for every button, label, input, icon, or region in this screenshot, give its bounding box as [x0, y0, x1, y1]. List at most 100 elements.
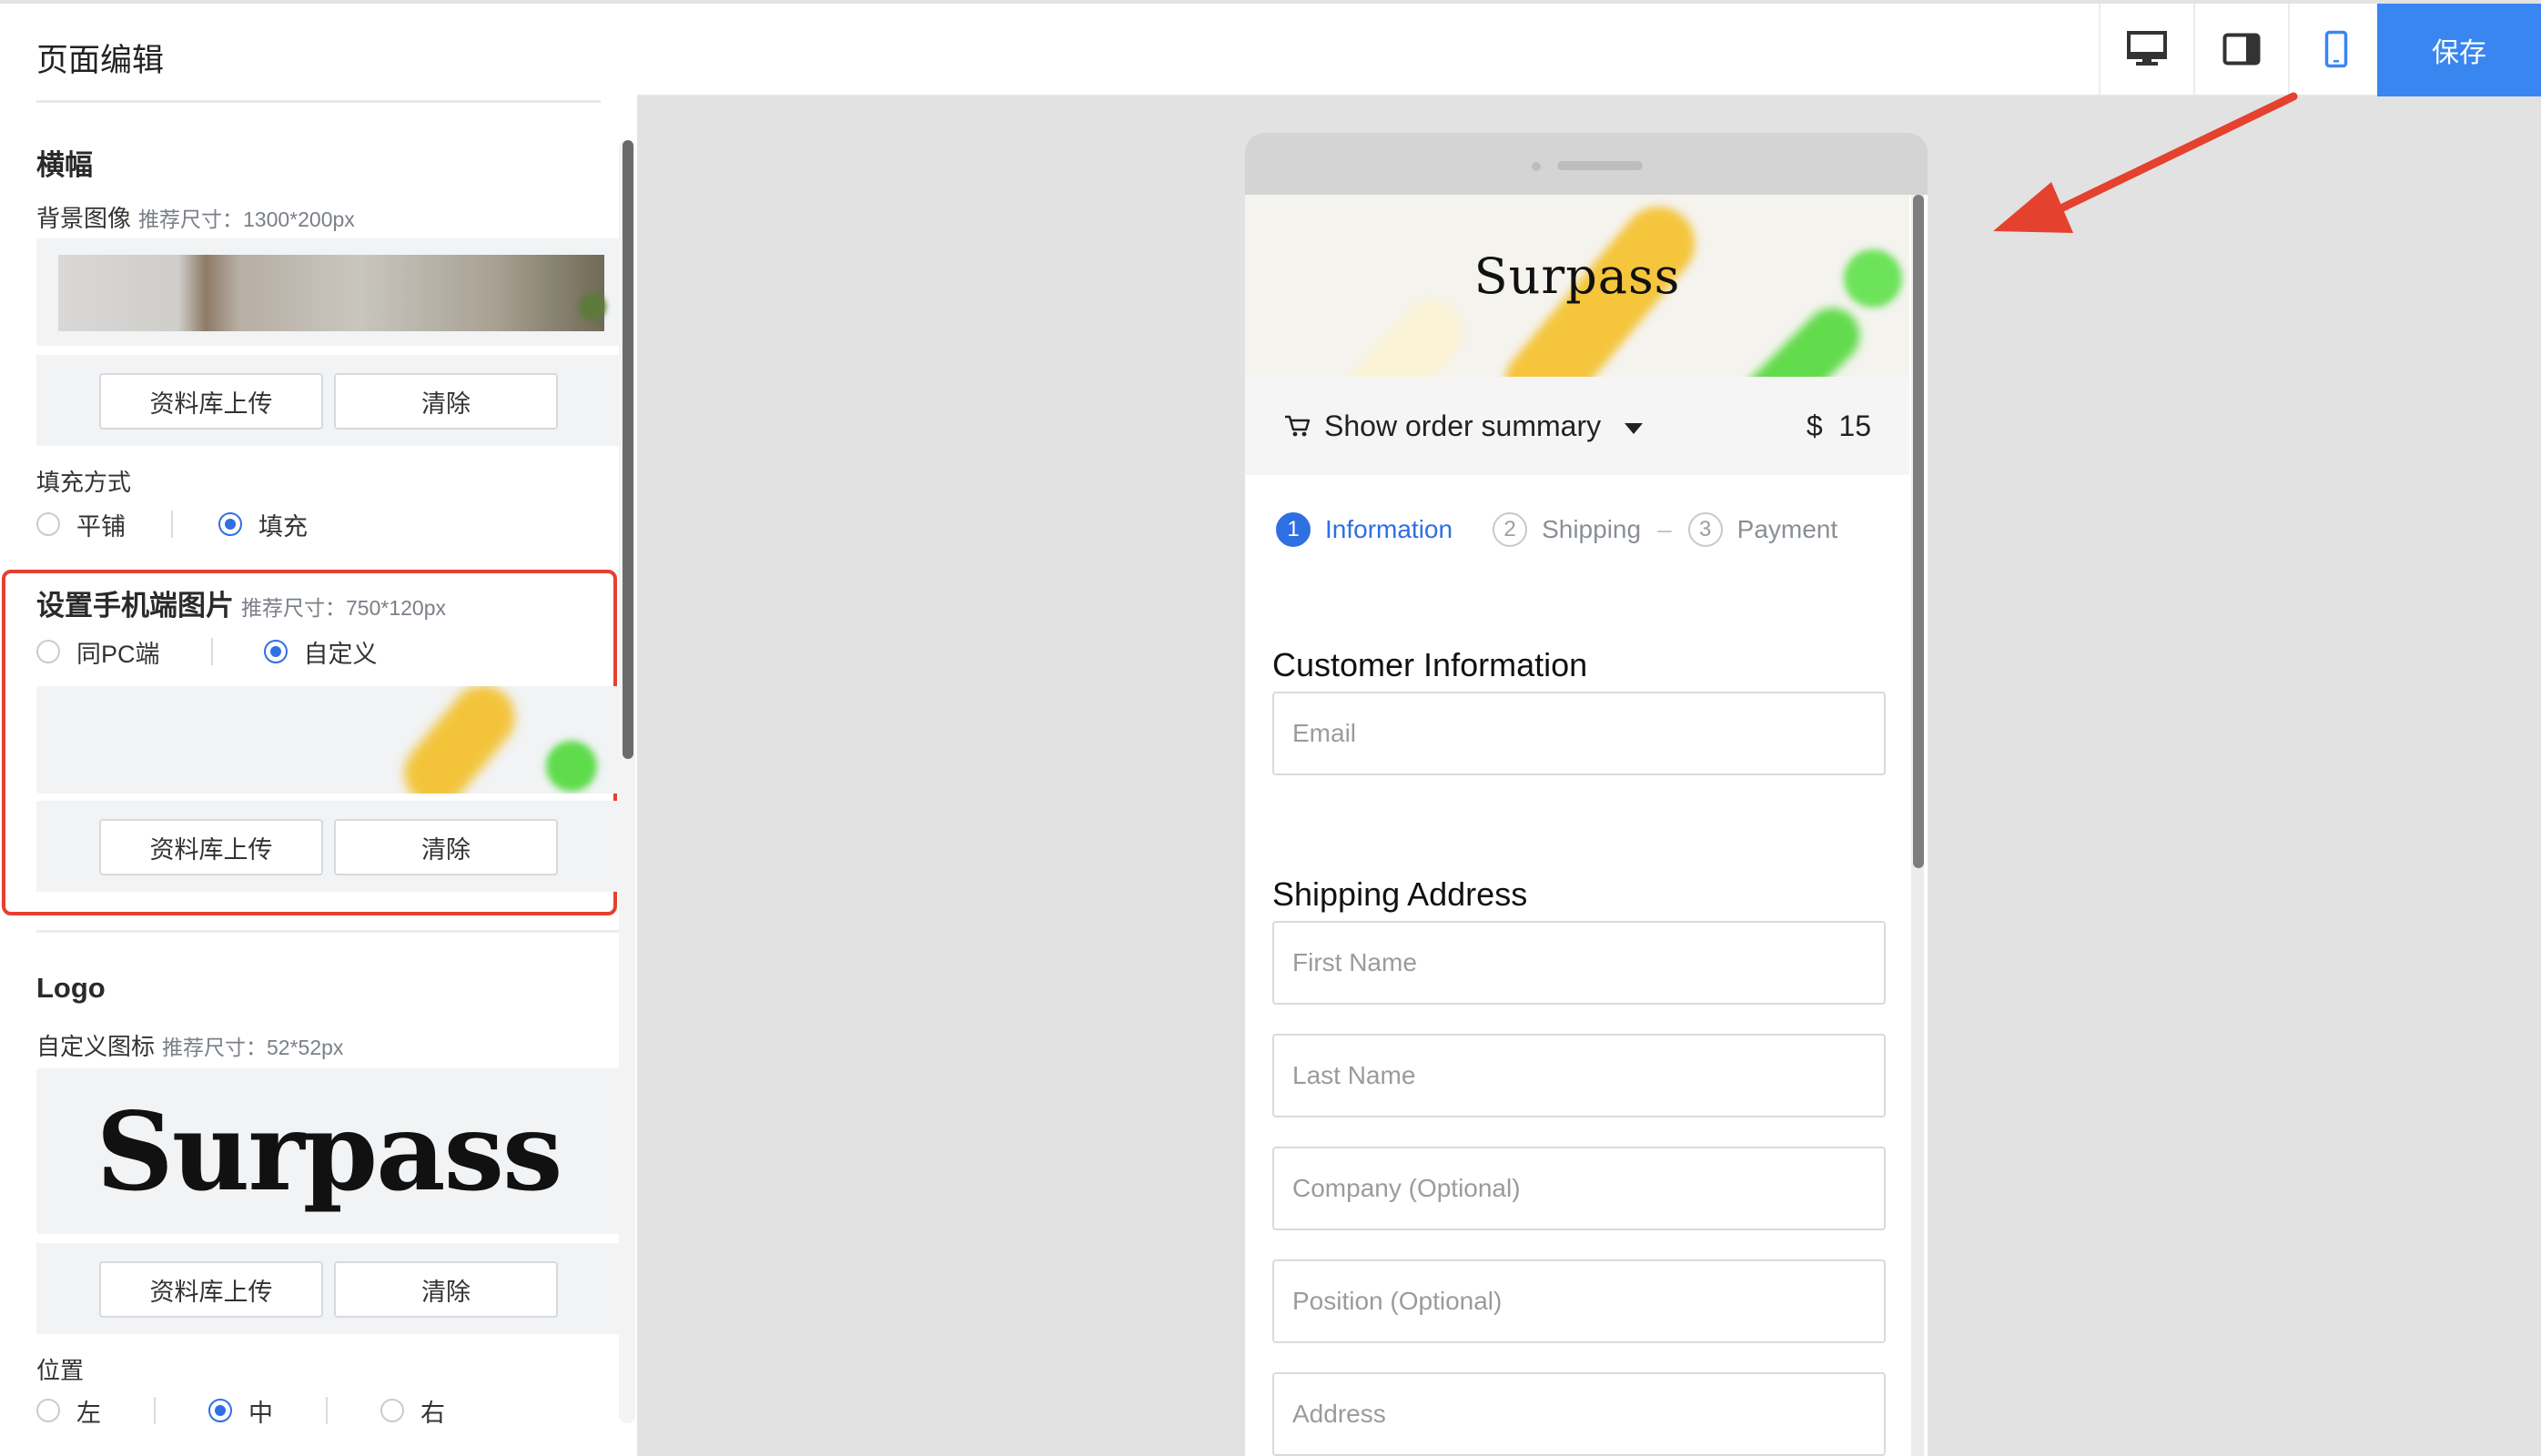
bg-image-label-text: 背景图像 [36, 205, 132, 232]
step-payment[interactable]: 3 Payment [1687, 512, 1838, 547]
page-title: 页面编辑 [36, 43, 165, 78]
email-field[interactable] [1272, 692, 1886, 775]
radio-divider [171, 511, 173, 538]
mobile-image-preview[interactable] [36, 686, 621, 794]
logo-clear-button[interactable]: 清除 [334, 1261, 558, 1318]
bg-image-label: 背景图像 推荐尺寸：1300*200px [36, 200, 355, 234]
mobile-image-green-dot [546, 741, 597, 792]
bg-image-preview[interactable] [36, 238, 621, 346]
mobile-upload-button[interactable]: 资料库上传 [99, 819, 323, 875]
phone-frame: Surpass Show order summary $ 15 1 Informa… [1245, 133, 1928, 1456]
mobile-view-button[interactable] [2288, 4, 2383, 95]
mobile-source-radio-group: 同PC端 自定义 [36, 633, 378, 670]
mobile-image-yellow-stroke [390, 686, 529, 794]
fill-option-fill-label: 填充 [258, 512, 308, 541]
currency-symbol: $ [1806, 410, 1823, 442]
position-option-left[interactable]: 左 [36, 1393, 101, 1429]
mobile-image-hint: 推荐尺寸：750*120px [241, 596, 446, 620]
logo-preview[interactable]: Surpass [36, 1068, 621, 1234]
step-label: Information [1325, 515, 1453, 543]
bg-image-hint: 推荐尺寸：1300*200px [138, 207, 355, 231]
desktop-icon [2127, 31, 2167, 66]
phone-scrollbar-thumb[interactable] [1913, 195, 1924, 868]
radio-divider [154, 1397, 156, 1424]
fill-option-tile-label: 平铺 [76, 512, 126, 541]
step-label: Payment [1736, 515, 1838, 543]
mobile-option-same-as-pc[interactable]: 同PC端 [36, 634, 160, 670]
radio-selected-icon [218, 512, 242, 536]
mobile-option-custom-label: 自定义 [303, 640, 378, 668]
radio-icon [36, 640, 60, 663]
mobile-option-custom[interactable]: 自定义 [263, 634, 378, 670]
divider [36, 930, 621, 933]
phone-screen: Surpass Show order summary $ 15 1 Informa… [1245, 195, 1928, 1456]
editor-panel: 页面编辑 横幅 背景图像 推荐尺寸：1300*200px 资料库上传 清除 填充方… [0, 0, 637, 1456]
step-information[interactable]: 1 Information [1276, 512, 1453, 547]
mobile-clear-button[interactable]: 清除 [334, 819, 558, 875]
logo-icon-label-text: 自定义图标 [36, 1033, 156, 1060]
position-option-right-label: 右 [420, 1399, 445, 1427]
last-name-field[interactable] [1272, 1034, 1886, 1117]
order-summary-toggle[interactable]: Show order summary [1324, 410, 1644, 443]
step-shipping[interactable]: 2 Shipping [1493, 512, 1641, 547]
banner-upload-button[interactable]: 资料库上传 [99, 373, 323, 430]
position-option-center[interactable]: 中 [208, 1393, 273, 1429]
camera-icon [1532, 162, 1541, 171]
fill-mode-label: 填充方式 [36, 469, 132, 496]
position-option-left-label: 左 [76, 1399, 101, 1427]
step-number: 3 [1687, 512, 1723, 547]
divider [36, 100, 601, 103]
cart-icon [1285, 415, 1311, 437]
store-logo: Surpass [1473, 248, 1681, 305]
total-amount: 15 [1838, 410, 1871, 442]
radio-selected-icon [263, 640, 288, 663]
banner-clear-button[interactable]: 清除 [334, 373, 558, 430]
fill-option-tile[interactable]: 平铺 [36, 507, 126, 542]
radio-icon [36, 512, 60, 536]
speaker-icon [1557, 161, 1643, 170]
position-option-right[interactable]: 右 [380, 1393, 445, 1429]
fill-mode-radio-group: 平铺 填充 [36, 506, 308, 542]
mobile-image-title-text: 设置手机端图片 [36, 590, 234, 622]
desktop-view-button[interactable] [2099, 4, 2193, 95]
order-summary-label: Show order summary [1324, 410, 1602, 442]
shipping-address-heading: Shipping Address [1272, 875, 1528, 913]
radio-selected-icon [208, 1399, 232, 1422]
save-button[interactable]: 保存 [2377, 4, 2541, 96]
logo-preview-text: Surpass [96, 1087, 562, 1215]
logo-upload-button[interactable]: 资料库上传 [99, 1261, 323, 1318]
order-total: $ 15 [1807, 410, 1871, 443]
step-separator: – [1657, 515, 1672, 543]
address-field[interactable] [1272, 1372, 1886, 1456]
radio-divider [326, 1397, 328, 1424]
mobile-image-title: 设置手机端图片 推荐尺寸：750*120px [36, 582, 446, 623]
tablet-icon [2222, 33, 2261, 66]
mobile-option-same-as-pc-label: 同PC端 [76, 640, 160, 668]
radio-icon [380, 1399, 404, 1422]
logo-button-row: 资料库上传 清除 [36, 1243, 621, 1334]
step-label: Shipping [1542, 515, 1642, 543]
customer-info-heading: Customer Information [1272, 646, 1588, 683]
radio-icon [36, 1399, 60, 1422]
mobile-icon [2324, 30, 2348, 68]
step-number: 2 [1493, 512, 1528, 547]
first-name-field[interactable] [1272, 921, 1886, 1005]
logo-section-title: Logo [36, 972, 106, 1004]
phone-bezel [1245, 133, 1928, 195]
caret-down-icon [1624, 422, 1643, 434]
logo-icon-label: 自定义图标 推荐尺寸：52*52px [36, 1028, 343, 1062]
checkout-banner: Surpass [1245, 195, 1909, 377]
position-field[interactable] [1272, 1259, 1886, 1343]
bg-image-thumbnail [58, 255, 604, 331]
company-field[interactable] [1272, 1147, 1886, 1230]
panel-scrollbar-thumb[interactable] [623, 140, 633, 759]
fill-option-fill[interactable]: 填充 [218, 507, 308, 542]
logo-position-label: 位置 [36, 1357, 85, 1384]
checkout-steps: 1 Information 2 Shipping – 3 Payment [1276, 510, 1837, 550]
step-number: 1 [1276, 512, 1311, 547]
banner-green-stroke [1729, 297, 1871, 377]
radio-divider [210, 638, 213, 665]
order-summary-bar[interactable]: Show order summary $ 15 [1245, 377, 1909, 475]
tablet-view-button[interactable] [2193, 4, 2288, 95]
banner-section-title: 横幅 [36, 149, 93, 181]
